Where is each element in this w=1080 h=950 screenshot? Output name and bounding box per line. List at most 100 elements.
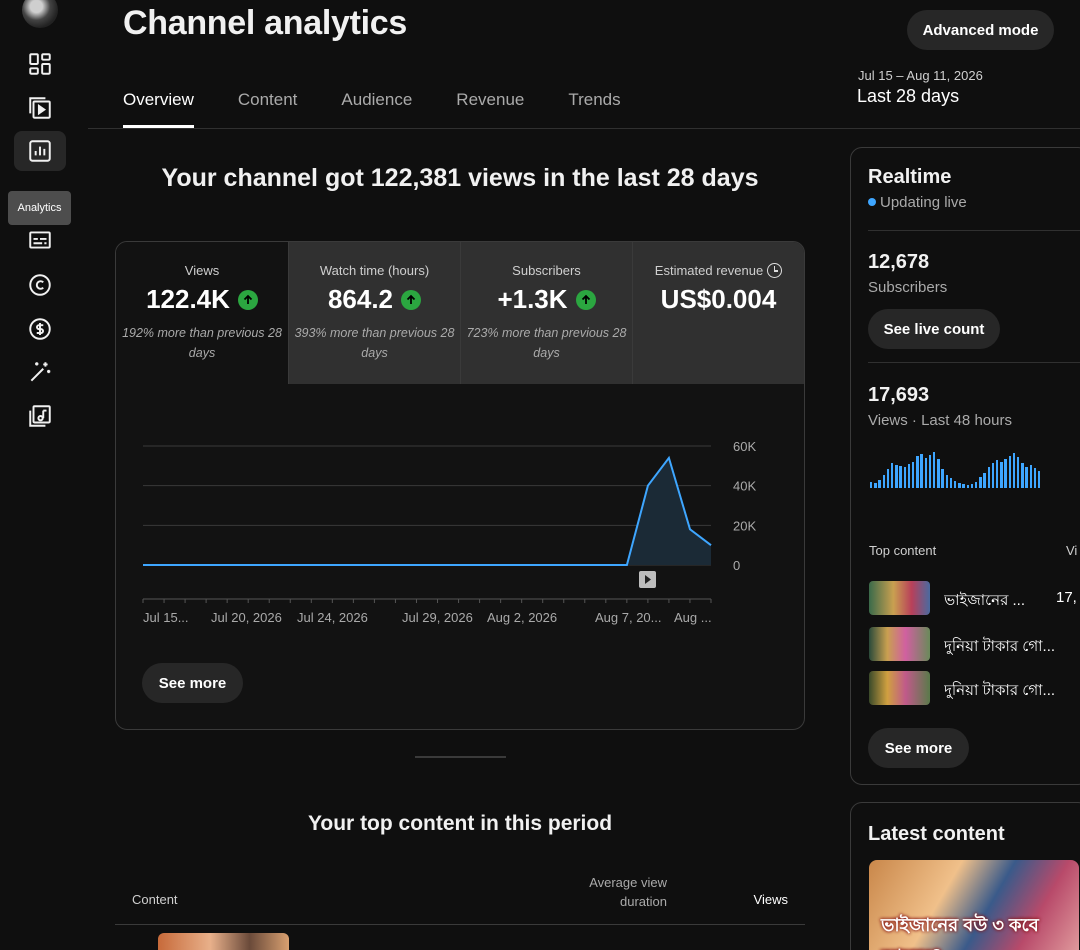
copyright-icon[interactable] (14, 265, 66, 305)
tab-revenue[interactable]: Revenue (456, 90, 524, 128)
metric-watch-time[interactable]: Watch time (hours) 864.2 393% more than … (288, 242, 460, 384)
realtime-bar (1017, 457, 1020, 488)
clock-icon (767, 263, 783, 278)
realtime-bar (987, 466, 990, 488)
realtime-bar (928, 455, 932, 488)
realtime-bar (996, 460, 999, 488)
trend-up-icon (401, 289, 422, 310)
thumbnail-text: ভাইজানের বউ ৩ কবে আসবে? (881, 915, 1039, 950)
x-tick-label: Jul 15... (143, 610, 189, 625)
metric-views[interactable]: Views 122.4K 192% more than previous 28 … (116, 242, 288, 384)
advanced-mode-button[interactable]: Advanced mode (907, 10, 1054, 50)
realtime-bar (1029, 464, 1032, 488)
realtime-bar (1033, 467, 1037, 488)
realtime-bar (895, 464, 898, 488)
realtime-bar (958, 482, 961, 488)
trend-up-icon (575, 289, 596, 310)
series-line (143, 455, 712, 566)
realtime-bar (878, 479, 881, 488)
realtime-bar (899, 465, 902, 488)
live-dot-icon (868, 198, 876, 206)
see-more-button[interactable]: See more (142, 663, 243, 703)
x-tick-label: Aug 7, 20... (595, 610, 662, 625)
metric-comparison: 393% more than previous 28 days (294, 326, 455, 360)
tabs-divider (88, 128, 1080, 129)
tab-overview[interactable]: Overview (123, 90, 194, 128)
video-views: 17, (1056, 589, 1077, 606)
realtime-bar (933, 452, 936, 488)
series-area (143, 457, 711, 565)
y-tick-label: 20K (733, 518, 756, 533)
customization-icon[interactable] (14, 352, 66, 392)
x-tick-label: Jul 29, 2026 (402, 610, 473, 625)
top-content-item[interactable]: ভাইজানের ... 17, (869, 581, 1080, 615)
page-title: Channel analytics (123, 4, 407, 42)
realtime-bar (1004, 459, 1007, 488)
metric-value: US$0.004 (660, 284, 777, 314)
see-more-button[interactable]: See more (868, 728, 969, 768)
views-headline: Your channel got 122,381 views in the la… (161, 164, 759, 192)
date-range-text[interactable]: Jul 15 – Aug 11, 2026 (858, 68, 983, 83)
realtime-bar (903, 466, 906, 488)
audio-library-icon[interactable] (14, 396, 66, 436)
analytics-tabs: Overview Content Audience Revenue Trends (123, 90, 665, 128)
metric-revenue[interactable]: Estimated revenue US$0.004 (632, 242, 804, 384)
subtitles-icon[interactable] (14, 220, 66, 260)
realtime-status: Updating live (868, 194, 967, 211)
top-content-item[interactable]: দুনিয়া টাকার গো... (869, 671, 1080, 705)
metric-subscribers[interactable]: Subscribers +1.3K 723% more than previou… (460, 242, 632, 384)
realtime-bar (970, 483, 974, 488)
x-tick-label: Aug 2, 2026 (487, 610, 557, 625)
video-thumbnail[interactable] (158, 933, 289, 950)
top-content-item[interactable]: দুনিয়া টাকার গো... (869, 627, 1080, 661)
see-live-count-button[interactable]: See live count (868, 309, 1000, 349)
column-header-avg-duration[interactable]: Average view duration (567, 873, 667, 911)
realtime-bar (962, 483, 965, 488)
realtime-bar (916, 456, 919, 488)
realtime-bar (907, 463, 911, 488)
realtime-bar-chart (870, 448, 1080, 488)
realtime-bar (966, 484, 969, 488)
divider (868, 362, 1080, 363)
realtime-bar (945, 475, 948, 488)
subscriber-label: Subscribers (868, 279, 948, 296)
column-header-content[interactable]: Content (132, 892, 178, 907)
tab-content[interactable]: Content (238, 90, 298, 128)
realtime-bar (912, 461, 915, 488)
earn-icon[interactable] (14, 309, 66, 349)
y-tick-label: 40K (733, 479, 756, 494)
channel-avatar[interactable] (22, 0, 58, 28)
views-line-chart: 60K 40K 20K 0 Jul 15... Jul 20, 2026 Jul 24, 2… (142, 439, 756, 625)
video-title: ভাইজানের ... (944, 592, 1025, 609)
metric-label: Watch time (hours) (319, 263, 430, 278)
trend-up-icon (237, 289, 258, 310)
realtime-bar (1000, 461, 1003, 488)
realtime-bar (1012, 453, 1016, 488)
video-title: দুনিয়া টাকার গো... (944, 682, 1056, 699)
realtime-bar (941, 468, 944, 488)
metric-comparison: 723% more than previous 28 days (466, 326, 627, 360)
video-thumbnail (869, 581, 930, 615)
realtime-bar (920, 454, 923, 488)
realtime-views-count: 17,693 (868, 384, 930, 406)
date-range-selector[interactable]: Last 28 days (857, 86, 959, 107)
realtime-bar (991, 462, 995, 488)
latest-content-card: Latest content ভাইজানের বউ ৩ কবে আসবে? (850, 802, 1080, 950)
metric-value: 122.4K (146, 284, 230, 314)
video-thumbnail (869, 671, 930, 705)
tab-trends[interactable]: Trends (568, 90, 620, 128)
column-header-views[interactable]: Views (738, 892, 788, 907)
content-icon[interactable] (14, 88, 66, 128)
analytics-icon[interactable] (14, 131, 66, 171)
realtime-card: Realtime Updating live 12,678 Subscriber… (850, 147, 1080, 785)
left-nav-rail: Analytics (0, 0, 80, 950)
realtime-bar (983, 473, 986, 488)
realtime-bar (870, 481, 873, 488)
realtime-bar (1021, 462, 1024, 488)
tab-audience[interactable]: Audience (341, 90, 412, 128)
top-content-title: Your top content in this period (307, 812, 613, 835)
y-tick-label: 0 (733, 558, 740, 573)
realtime-bar (1038, 471, 1041, 488)
x-tick-label: Aug ... (674, 610, 712, 625)
dashboard-icon[interactable] (14, 44, 66, 84)
